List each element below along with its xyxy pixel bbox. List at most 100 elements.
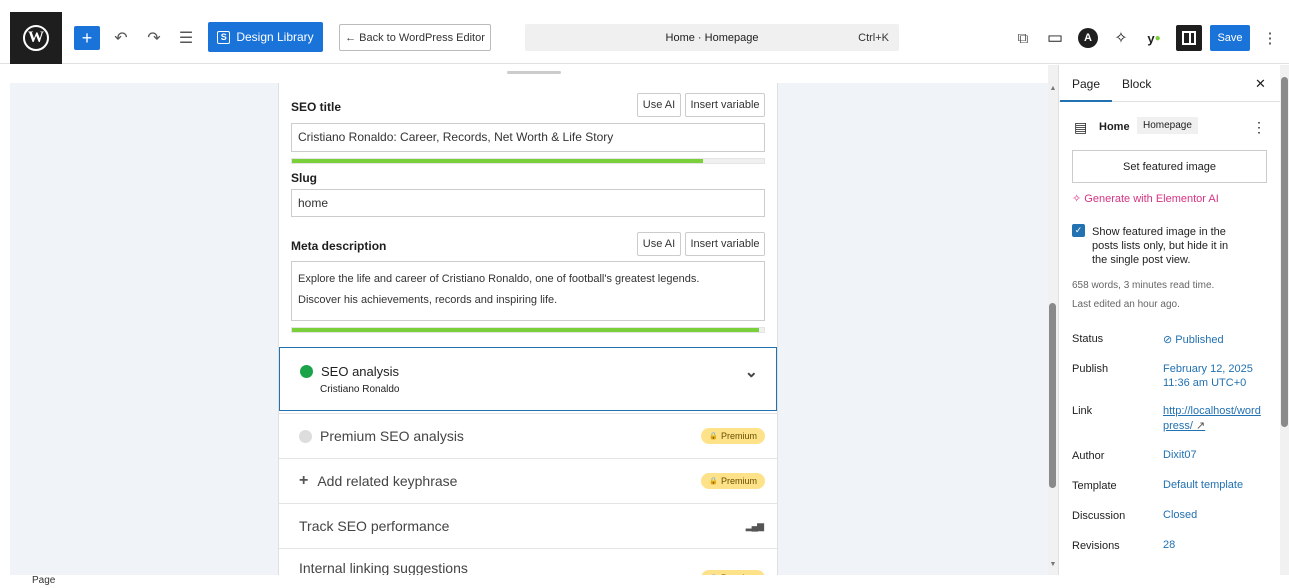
settings-sidebar: Page Block ✕ ▤ Home Homepage ⋮ Set featu… <box>1058 65 1281 575</box>
seo-title-progress-fill <box>292 159 703 163</box>
seo-title-input[interactable]: Cristiano Ronaldo: Career, Records, Net … <box>291 123 765 152</box>
yoast-icon[interactable]: y ● <box>1142 26 1166 50</box>
elementor-icon[interactable]: A <box>1078 28 1098 48</box>
show-featured-line-3: the single post view. <box>1092 254 1191 266</box>
publish-date-line-2: 11:36 am UTC+0 <box>1163 377 1247 389</box>
chevron-down-icon: ⌄ <box>744 364 758 381</box>
meta-insert-variable-button[interactable]: Insert variable <box>685 232 765 256</box>
lock-icon: 🔒 <box>709 478 718 485</box>
template-value[interactable]: Default template <box>1163 479 1243 491</box>
resize-handle[interactable] <box>507 71 561 74</box>
close-icon[interactable]: ✕ <box>1255 76 1266 92</box>
yoast-icon-glyph: y <box>1147 30 1155 46</box>
premium-seo-analysis-row[interactable]: Premium SEO analysis 🔒 Premium <box>279 413 777 458</box>
back-to-editor-button[interactable]: ← Back to WordPress Editor <box>339 24 491 51</box>
tab-block[interactable]: Block <box>1122 77 1151 91</box>
meta-description-input[interactable]: Explore the life and career of Cristiano… <box>291 261 765 321</box>
link-label: Link <box>1072 405 1093 417</box>
status-value[interactable]: ⊘ Published <box>1163 333 1224 346</box>
permalink-line-2: press/ <box>1163 420 1193 432</box>
seo-title-progress <box>291 158 765 164</box>
ai-sparkle-icon[interactable]: ✧ <box>1110 26 1132 50</box>
slug-label: Slug <box>291 171 317 185</box>
canvas-scrollbar-thumb[interactable] <box>1049 303 1056 488</box>
seo-title-use-ai-button[interactable]: Use AI <box>637 93 681 117</box>
yoast-seo-panel: SEO title Use AI Insert variable Cristia… <box>278 83 778 575</box>
seo-title-insert-variable-button[interactable]: Insert variable <box>685 93 765 117</box>
page-title: Home <box>1099 121 1130 133</box>
premium-seo-analysis-label: Premium SEO analysis <box>320 428 464 444</box>
canvas-top-strip <box>10 65 1048 83</box>
internal-linking-row[interactable]: Internal linking suggestions 🔒Premium <box>279 548 777 575</box>
page-icon: ▤ <box>1074 119 1088 135</box>
meta-description-line-2: Discover his achievements, records and i… <box>298 294 558 306</box>
revisions-value[interactable]: 28 <box>1163 539 1175 551</box>
author-label: Author <box>1072 450 1105 462</box>
editor-toolbar: W + ↶ ↷ ☰ S Design Library ← Back to Wor… <box>0 12 1289 64</box>
seo-analysis-keyphrase: Cristiano Ronaldo <box>320 383 400 395</box>
save-button[interactable]: Save <box>1210 25 1250 51</box>
generate-ai-link[interactable]: ✧ Generate with Elementor AI <box>1072 192 1219 205</box>
meta-use-ai-button[interactable]: Use AI <box>637 232 681 256</box>
tab-page[interactable]: Page <box>1059 77 1113 102</box>
command-shortcut: Ctrl+K <box>858 31 889 44</box>
redo-icon[interactable]: ↷ <box>143 26 165 50</box>
discussion-label: Discussion <box>1072 510 1126 522</box>
command-palette[interactable]: Home · Homepage Ctrl+K <box>525 24 899 51</box>
device-preview-icon[interactable]: ▭ <box>1044 26 1066 50</box>
author-value[interactable]: Dixit07 <box>1163 449 1197 461</box>
template-label: Template <box>1072 480 1117 492</box>
footer-status: Page <box>0 575 1289 588</box>
premium-badge-label: Premium <box>720 431 757 441</box>
good-smiley-icon <box>300 364 313 378</box>
options-icon[interactable]: ⋮ <box>1260 26 1280 50</box>
undo-icon[interactable]: ↶ <box>110 26 132 50</box>
seo-analysis-row[interactable]: SEO analysis Cristiano Ronaldo ⌄ <box>279 347 777 411</box>
premium-badge: 🔒Premium <box>701 428 765 444</box>
seo-title-label: SEO title <box>291 100 342 114</box>
canvas-scrollbar[interactable]: ▲ ▼ <box>1048 65 1058 575</box>
add-block-button[interactable]: + <box>74 26 100 50</box>
list-view-icon[interactable]: ☰ <box>175 26 197 50</box>
add-related-keyphrase-row[interactable]: + Add related keyphrase 🔒 Premium <box>279 458 777 503</box>
discussion-value[interactable]: Closed <box>1163 509 1197 521</box>
sidebar-scrollbar[interactable] <box>1280 65 1289 575</box>
premium-badge-label: Premium <box>720 476 757 486</box>
command-palette-title: Home · Homepage <box>665 31 759 44</box>
set-featured-image-button[interactable]: Set featured image <box>1072 150 1267 183</box>
permalink[interactable]: http://localhost/word press/ ↗ <box>1163 404 1261 434</box>
status-label: Status <box>1072 333 1104 345</box>
design-library-label: Design Library <box>236 30 314 44</box>
scroll-up-icon[interactable]: ▲ <box>1048 85 1058 92</box>
external-link-icon: ↗ <box>1196 420 1206 432</box>
design-library-button[interactable]: S Design Library <box>208 22 323 52</box>
view-page-icon[interactable]: ⧉ <box>1012 26 1034 50</box>
status-value-label: Published <box>1175 334 1224 346</box>
published-check-icon: ⊘ <box>1163 334 1173 346</box>
publish-date[interactable]: February 12, 2025 11:36 am UTC+0 <box>1163 362 1253 390</box>
wordpress-logo-button[interactable]: W <box>10 12 62 64</box>
editor-canvas: SEO title Use AI Insert variable Cristia… <box>10 65 1048 575</box>
show-featured-line-2: posts lists only, but hide it in <box>1092 240 1229 252</box>
meta-description-label: Meta description <box>291 239 387 253</box>
design-library-icon: S <box>217 30 231 44</box>
premium-badge: 🔒Premium <box>701 473 765 489</box>
permalink-line-1: http://localhost/word <box>1163 405 1261 417</box>
sidebar-tabs: Page Block ✕ <box>1059 65 1281 102</box>
slug-input[interactable]: home <box>291 189 765 217</box>
meta-description-line-1: Explore the life and career of Cristiano… <box>298 273 700 285</box>
scroll-down-icon[interactable]: ▼ <box>1048 561 1058 568</box>
wordpress-logo-icon: W <box>23 25 49 51</box>
gray-circle-icon <box>299 429 312 443</box>
revisions-label: Revisions <box>1072 540 1120 552</box>
show-featured-line-1: Show featured image in the <box>1092 226 1226 238</box>
read-time: 658 words, 3 minutes read time. <box>1072 280 1215 291</box>
track-seo-performance-row[interactable]: Track SEO performance ▂▄▆ <box>279 503 777 548</box>
show-featured-checkbox[interactable]: ✓ <box>1072 224 1085 237</box>
settings-panel-icon[interactable] <box>1176 25 1202 51</box>
lock-icon: 🔒 <box>709 433 718 440</box>
sidebar-scrollbar-thumb[interactable] <box>1281 77 1288 427</box>
sparkle-icon: ✧ <box>1072 193 1082 205</box>
add-icon: + <box>299 472 309 489</box>
page-options-icon[interactable]: ⋮ <box>1252 119 1266 136</box>
